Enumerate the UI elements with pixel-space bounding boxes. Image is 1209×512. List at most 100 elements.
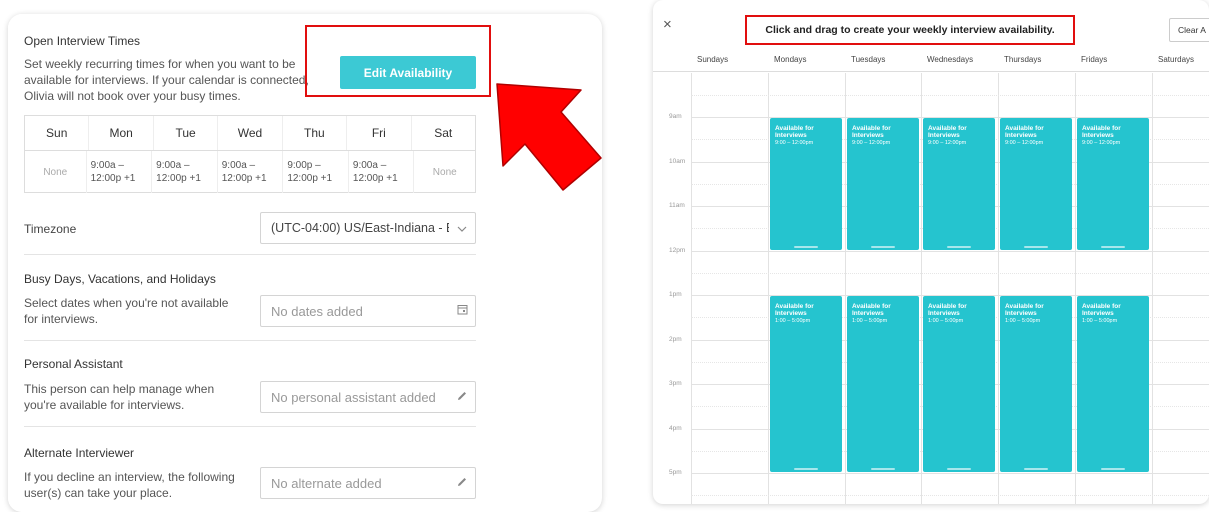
- calendar-instruction-title: Click and drag to create your weekly int…: [745, 15, 1075, 45]
- block-time-range: 9:00 – 12:00pm: [928, 140, 967, 146]
- schedule-day-value: None: [432, 166, 457, 178]
- schedule-day-header: Mon: [89, 116, 154, 150]
- availability-calendar-modal: × Click and drag to create your weekly i…: [653, 0, 1209, 504]
- availability-block[interactable]: Available for Interviews 1:00 – 5:00pm: [847, 296, 919, 472]
- block-label: Available for: [1082, 125, 1121, 132]
- block-label: Available for: [1005, 125, 1044, 132]
- alternate-description: If you decline an interview, the followi…: [24, 469, 235, 501]
- busy-dates-field[interactable]: No dates added: [260, 295, 476, 327]
- calendar-time-label: 4pm: [669, 424, 682, 432]
- availability-block[interactable]: Available for Interviews 1:00 – 5:00pm: [1000, 296, 1072, 472]
- schedule-day-value: 9:00a – 12:00p +1: [87, 151, 153, 193]
- block-label: Interviews: [1082, 310, 1114, 317]
- pencil-icon[interactable]: [449, 390, 475, 405]
- calendar-icon[interactable]: [449, 304, 475, 318]
- availability-block[interactable]: Available for Interviews 9:00 – 12:00pm: [1000, 118, 1072, 250]
- assistant-title: Personal Assistant: [24, 357, 123, 371]
- busy-days-title: Busy Days, Vacations, and Holidays: [24, 272, 216, 286]
- alternate-placeholder: No alternate added: [271, 475, 382, 491]
- calendar-time-label: 1pm: [669, 291, 682, 298]
- personal-assistant-field[interactable]: No personal assistant added: [260, 381, 476, 413]
- availability-block[interactable]: Available for Interviews 1:00 – 5:00pm: [1077, 296, 1149, 472]
- desc-line: Select dates when you're not available: [24, 296, 229, 310]
- calendar-day-label: Tuesdays: [851, 55, 886, 64]
- availability-block[interactable]: Available for Interviews 9:00 – 12:00pm: [1077, 118, 1149, 250]
- resize-handle[interactable]: [871, 468, 895, 470]
- resize-handle[interactable]: [1024, 245, 1048, 248]
- schedule-day-header: Thu: [283, 116, 348, 150]
- resize-handle[interactable]: [1024, 468, 1048, 470]
- assistant-placeholder: No personal assistant added: [271, 389, 436, 405]
- block-time-range: 9:00 – 12:00pm: [775, 140, 814, 146]
- availability-block[interactable]: Available for Interviews 9:00 – 12:00pm: [847, 118, 919, 250]
- desc-line: This person can help manage when: [24, 382, 215, 396]
- resize-handle[interactable]: [794, 245, 818, 248]
- open-times-description: Set weekly recurring times for when you …: [24, 56, 309, 104]
- calendar-column-line: [921, 73, 922, 504]
- open-times-title: Open Interview Times: [24, 34, 141, 48]
- busy-days-description: Select dates when you're not available f…: [24, 295, 228, 327]
- block-label: Available for: [775, 303, 814, 310]
- resize-handle[interactable]: [947, 468, 971, 470]
- busy-dates-placeholder: No dates added: [271, 303, 363, 319]
- pencil-icon[interactable]: [449, 476, 475, 491]
- desc-line: If you decline an interview, the followi…: [24, 470, 235, 484]
- calendar-day-label: Sundays: [697, 55, 729, 64]
- timezone-select[interactable]: (UTC-04:00) US/East-Indiana - EDT: [260, 212, 476, 244]
- desc-line: Olivia will not book over your busy time…: [24, 89, 241, 103]
- block-label: Interviews: [775, 132, 807, 139]
- calendar-hour-line: [691, 473, 1209, 474]
- block-time-range: 1:00 – 5:00pm: [928, 318, 964, 324]
- calendar-time-label: 10am: [669, 157, 686, 165]
- resize-handle[interactable]: [1101, 468, 1125, 470]
- desc-line: for interviews.: [24, 312, 99, 326]
- divider: [24, 340, 476, 341]
- calendar-column-line: [1152, 73, 1153, 504]
- block-label: Interviews: [1005, 310, 1037, 317]
- calendar-time-label: 5pm: [669, 469, 682, 476]
- block-time-range: 9:00 – 12:00pm: [1005, 140, 1044, 146]
- desc-line: Set weekly recurring times for when you …: [24, 57, 296, 71]
- calendar-time-label: 12pm: [669, 246, 686, 254]
- divider: [24, 254, 476, 255]
- block-time-range: 1:00 – 5:00pm: [775, 318, 811, 324]
- resize-handle[interactable]: [1101, 245, 1125, 248]
- block-label: Interviews: [928, 132, 960, 139]
- desc-line: user(s) can take your place.: [24, 486, 173, 500]
- calendar-time-label: 9am: [669, 113, 682, 120]
- block-label: Interviews: [1005, 132, 1037, 139]
- block-label: Interviews: [775, 310, 807, 317]
- desc-line: available for interviews. If your calend…: [24, 73, 309, 87]
- availability-block[interactable]: Available for Interviews 9:00 – 12:00pm: [923, 118, 995, 250]
- block-label: Available for: [1005, 303, 1044, 310]
- calendar-time-label: 11am: [669, 202, 685, 209]
- divider: [24, 426, 476, 427]
- clear-all-button[interactable]: Clear A: [1169, 18, 1209, 42]
- calendar-half-hour-line: [691, 272, 1209, 274]
- calendar-column-line: [1075, 73, 1076, 504]
- calendar-day-label: Wednesdays: [927, 55, 974, 64]
- block-time-range: 9:00 – 12:00pm: [1082, 140, 1121, 146]
- resize-handle[interactable]: [947, 245, 971, 248]
- timezone-value: (UTC-04:00) US/East-Indiana - EDT: [271, 221, 449, 235]
- schedule-day-value: 9:00a – 12:00p +1: [152, 151, 218, 193]
- close-icon[interactable]: ×: [663, 16, 672, 33]
- calendar-time-label: 3pm: [669, 380, 682, 387]
- desc-line: you're available for interviews.: [24, 398, 185, 412]
- block-label: Interviews: [928, 310, 960, 317]
- block-label: Interviews: [852, 310, 884, 317]
- alternate-interviewer-field[interactable]: No alternate added: [260, 467, 476, 499]
- block-time-range: 1:00 – 5:00pm: [1005, 318, 1041, 324]
- schedule-day-header: Wed: [218, 116, 283, 150]
- calendar-half-hour-line: [691, 495, 1209, 497]
- availability-block[interactable]: Available for Interviews 1:00 – 5:00pm: [923, 296, 995, 472]
- availability-block[interactable]: Available for Interviews 9:00 – 12:00pm: [770, 118, 842, 250]
- resize-handle[interactable]: [871, 245, 895, 248]
- calendar-grid[interactable]: 9am 10am 11am 12pm 1pm 2pm 3pm 4pm 5pm Available …: [653, 73, 1209, 504]
- block-label: Interviews: [852, 132, 884, 139]
- resize-handle[interactable]: [794, 468, 818, 470]
- block-label: Available for: [1082, 303, 1121, 310]
- schedule-day-value: 9:00p – 12:00p +1: [283, 151, 349, 193]
- assistant-description: This person can help manage when you're …: [24, 381, 214, 413]
- availability-block[interactable]: Available for Interviews 1:00 – 5:00pm: [770, 296, 842, 472]
